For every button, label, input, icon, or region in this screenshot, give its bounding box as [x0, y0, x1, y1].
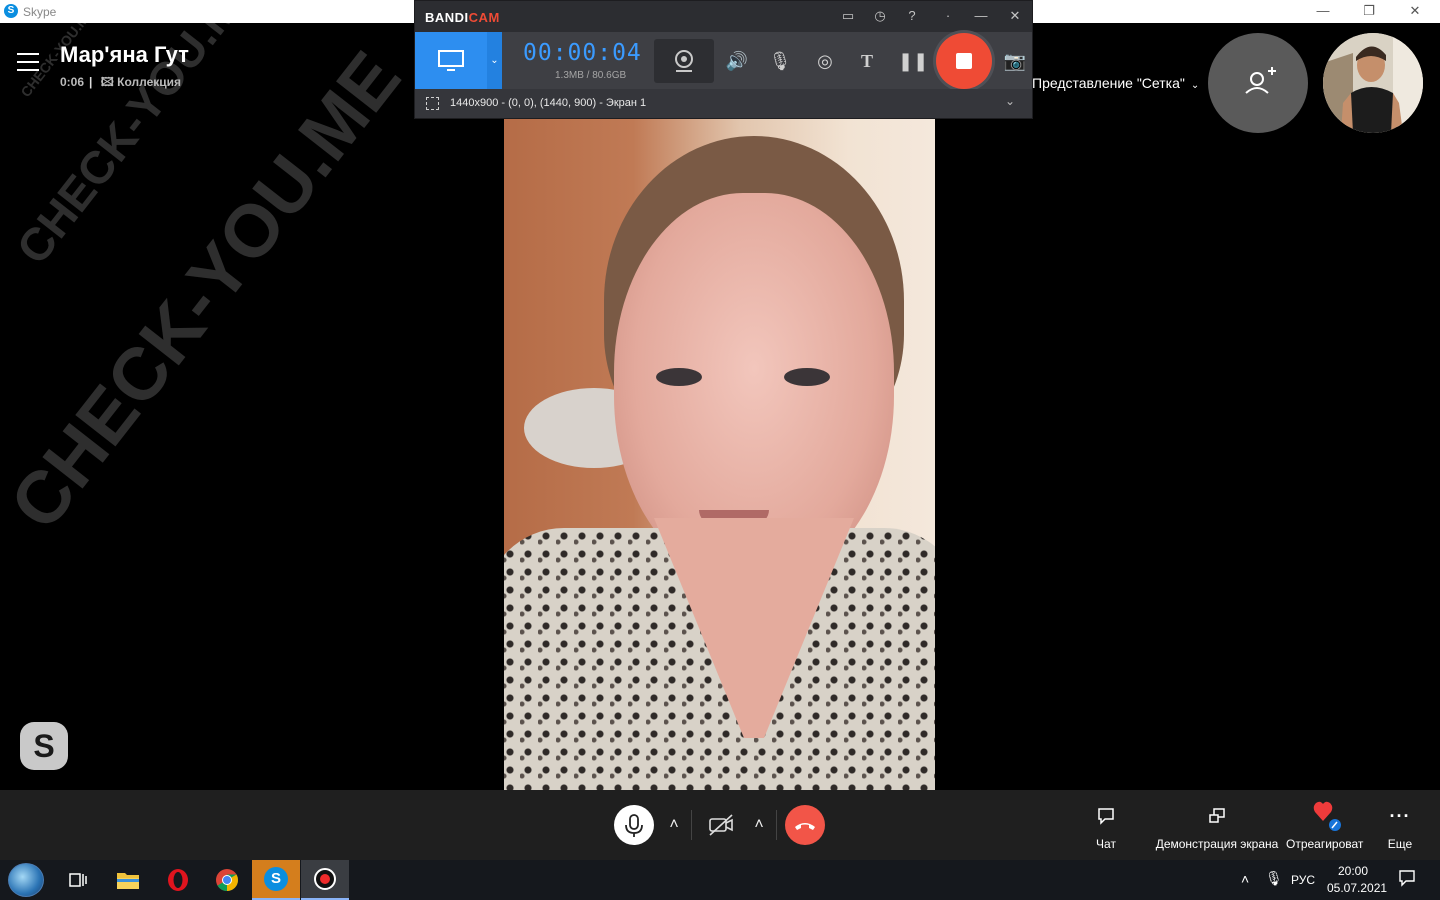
call-duration: 0:06: [60, 75, 85, 89]
screen-share-button[interactable]: Демонстрация экрана: [1154, 805, 1280, 851]
chat-label: Чат: [1096, 837, 1116, 851]
record-icon: [314, 868, 336, 890]
clock-date[interactable]: 05.07.2021: [1327, 881, 1387, 895]
close-button[interactable]: ✕: [1392, 0, 1438, 23]
chevron-down-icon: ⌄: [1190, 80, 1200, 91]
task-view-button[interactable]: [54, 860, 102, 900]
file-size: 1.3MB / 80.6GB: [555, 70, 627, 81]
restore-button[interactable]: ❐: [1346, 0, 1392, 23]
screen-mode-button[interactable]: [415, 32, 487, 89]
tray-overflow-icon[interactable]: ˄: [1241, 871, 1249, 887]
recording-timer: 00:00:04: [523, 40, 642, 66]
audio-settings-caret[interactable]: ˄: [662, 810, 686, 840]
contact-name: Мар'яна Гут: [60, 42, 189, 67]
view-mode-label: Представление "Сетка": [1032, 75, 1185, 91]
microphone-icon[interactable]: 🎙: [1265, 870, 1283, 887]
chrome-button[interactable]: [203, 860, 251, 900]
phone-hangup-icon: [795, 823, 815, 830]
text-overlay-icon[interactable]: T: [853, 47, 881, 75]
call-controls-bar: ˄ ˄ Чат Демонстрация экрана Отреагироват…: [0, 790, 1440, 860]
microphone-icon[interactable]: 🎙: [766, 47, 794, 75]
chat-icon: [1086, 805, 1126, 827]
view-mode-selector[interactable]: Представление "Сетка" ⌄: [1032, 75, 1199, 91]
file-explorer-button[interactable]: [104, 860, 152, 900]
opera-icon: [168, 869, 188, 891]
bandicam-overlay[interactable]: BANDICAM ▭ ◷ ? · — ✕ ⌄ 00:00:04 1.3MB / …: [414, 0, 1033, 119]
video-settings-caret[interactable]: ˄: [747, 810, 771, 840]
close-icon[interactable]: ✕: [1003, 7, 1027, 25]
call-meta: 0:06 | 🖾 Коллекция: [60, 75, 182, 89]
windows-taskbar: S ˄ 🎙 РУС 20:00 05.07.2021: [0, 860, 1440, 900]
hang-up-button[interactable]: [785, 805, 825, 845]
minimize-icon[interactable]: —: [969, 7, 993, 25]
stop-icon: [956, 53, 972, 69]
language-indicator[interactable]: РУС: [1291, 873, 1315, 887]
more-icon: ···: [1389, 805, 1411, 826]
help-icon[interactable]: ?: [900, 7, 924, 25]
opera-button[interactable]: [154, 860, 202, 900]
clock-icon[interactable]: ◷: [868, 7, 892, 25]
window-title: Skype: [23, 5, 57, 19]
stop-recording-button[interactable]: [936, 33, 992, 89]
bandicam-toolbar: ⌄ 00:00:04 1.3MB / 80.6GB 🔊 🎙 ◎ T ❚❚ 📷: [415, 32, 1032, 89]
notification-icon[interactable]: [1398, 869, 1416, 890]
mute-button[interactable]: [614, 805, 654, 845]
remote-video-feed: [504, 118, 935, 790]
react-label: Отреагироват: [1286, 837, 1364, 851]
screen-share-icon: [1154, 805, 1280, 827]
bandicam-titlebar[interactable]: BANDICAM ▭ ◷ ? · — ✕: [415, 1, 1032, 32]
chrome-icon: [216, 869, 238, 891]
microphone-icon: [625, 814, 643, 837]
bandicam-logo: BANDICAM: [425, 10, 500, 25]
mode-dropdown-icon[interactable]: ⌄: [487, 32, 502, 89]
skype-icon: S: [264, 867, 288, 891]
collection-link[interactable]: Коллекция: [117, 75, 181, 89]
mouse-click-icon[interactable]: ◎: [811, 47, 839, 75]
webcam-icon: [675, 50, 693, 72]
video-off-icon: [709, 814, 733, 836]
speaker-icon[interactable]: 🔊: [723, 47, 751, 75]
monitor-icon: [438, 50, 464, 71]
gallery-icon: 🖾: [100, 75, 114, 89]
screen-share-label: Демонстрация экрана: [1155, 837, 1279, 851]
minimize-button[interactable]: —: [1300, 0, 1346, 23]
capture-region-label: 1440x900 - (0, 0), (1440, 900) - Экран 1: [450, 97, 647, 109]
chevron-down-icon[interactable]: ⌄: [1005, 94, 1015, 108]
more-label: Еще: [1387, 837, 1413, 851]
skype-taskbar-button[interactable]: S: [252, 860, 300, 900]
add-participant-button[interactable]: [1208, 33, 1308, 133]
webcam-button[interactable]: [654, 39, 714, 83]
task-view-icon: [69, 873, 87, 887]
person-photo-icon: [1323, 33, 1423, 133]
folder-icon[interactable]: ▭: [836, 7, 860, 25]
react-button[interactable]: Отреагироват: [1286, 801, 1364, 851]
add-person-icon: [1245, 67, 1276, 94]
pause-icon[interactable]: ❚❚: [898, 47, 928, 75]
heart-icon: [1286, 801, 1362, 831]
bandicam-taskbar-button[interactable]: [301, 860, 349, 900]
skype-logo-icon: S: [4, 4, 18, 18]
toggle-video-button[interactable]: [700, 805, 740, 845]
folder-icon: [117, 873, 139, 889]
watermark-large: CHECK-YOU.ME: [0, 36, 417, 545]
chat-button[interactable]: Чат: [1086, 805, 1126, 851]
more-button[interactable]: ··· Еще: [1384, 805, 1416, 852]
camera-icon[interactable]: 📷: [1001, 47, 1029, 75]
start-button[interactable]: [8, 863, 44, 897]
self-preview-avatar[interactable]: [1323, 33, 1423, 133]
clock-time[interactable]: 20:00: [1338, 864, 1368, 878]
collapse-icon[interactable]: ·: [936, 7, 960, 25]
skype-logo-icon: S: [20, 722, 68, 770]
region-select-icon[interactable]: [426, 97, 439, 110]
capture-region-bar: 1440x900 - (0, 0), (1440, 900) - Экран 1…: [415, 89, 1032, 118]
menu-icon[interactable]: [17, 53, 39, 71]
